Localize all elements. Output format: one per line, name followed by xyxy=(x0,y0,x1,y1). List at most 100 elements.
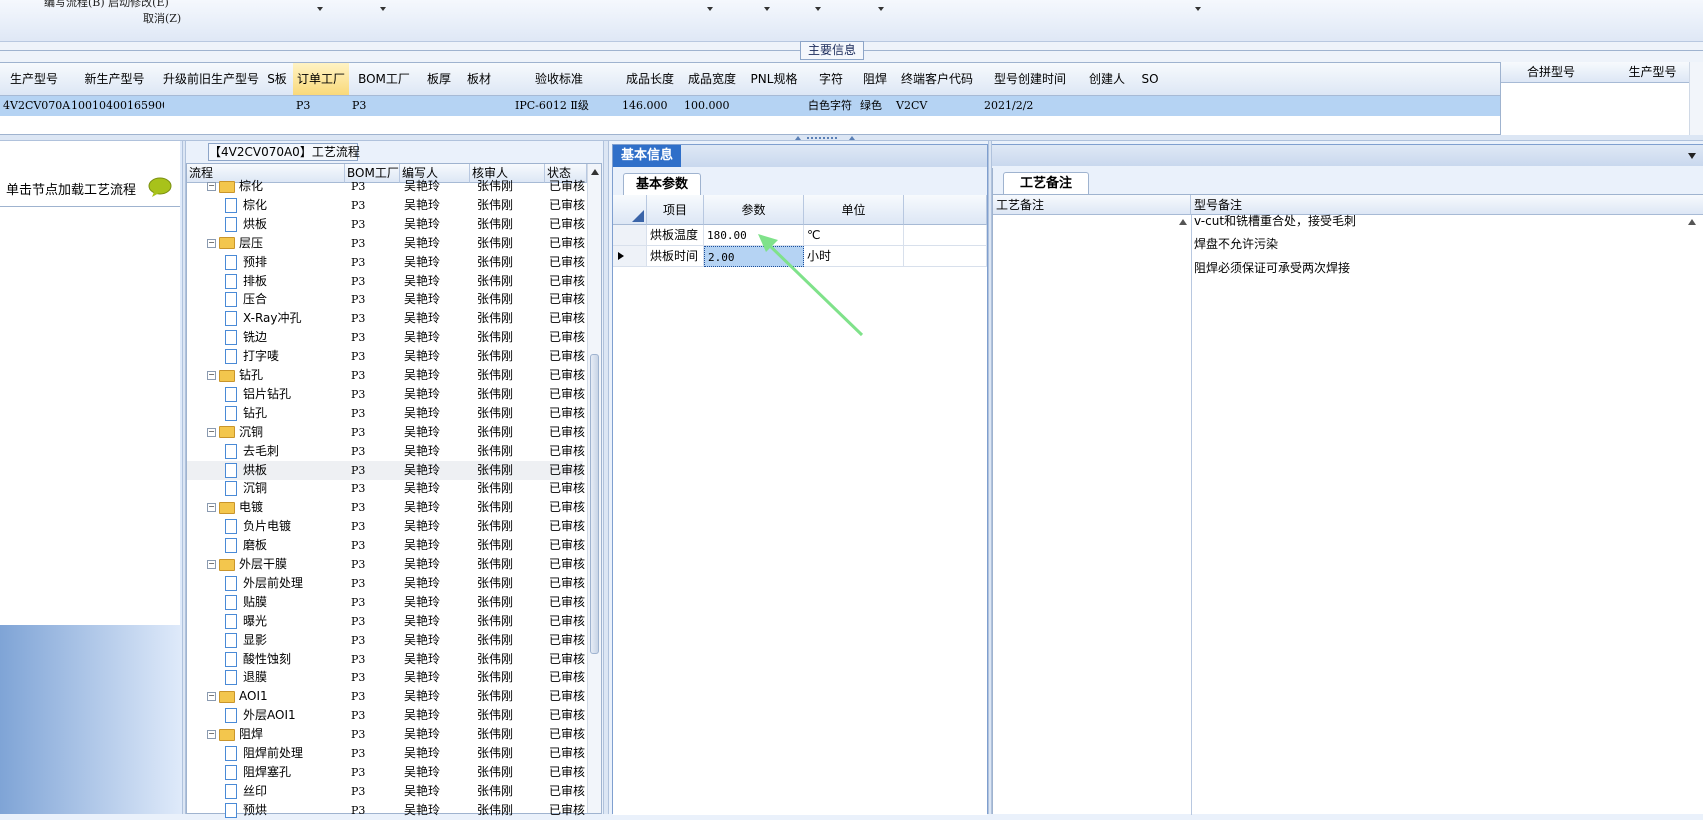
tree-row[interactable]: 烘板 P3 吴艳玲 张伟刚 已审核 xyxy=(187,215,585,234)
tree-row[interactable]: − 层压 P3 吴艳玲 张伟刚 已审核 xyxy=(187,234,585,253)
tree-cell-writer[interactable]: 吴艳玲 xyxy=(404,253,470,272)
tree-cell-writer[interactable]: 吴艳玲 xyxy=(404,461,470,480)
tree-row[interactable]: 外层前处理 P3 吴艳玲 张伟刚 已审核 xyxy=(187,574,585,593)
tree-row[interactable]: 贴膜 P3 吴艳玲 张伟刚 已审核 xyxy=(187,593,585,612)
tree-cell-status[interactable]: 已审核 xyxy=(549,423,585,442)
tree-cell-writer[interactable]: 吴艳玲 xyxy=(404,177,470,196)
tree-cell-factory[interactable]: P3 xyxy=(351,536,401,555)
tree-cell-writer[interactable]: 吴艳玲 xyxy=(404,272,470,291)
tree-cell-factory[interactable]: P3 xyxy=(351,309,401,328)
tree-cell-reviewer[interactable]: 张伟刚 xyxy=(477,272,543,291)
tree-cell-reviewer[interactable]: 张伟刚 xyxy=(477,555,543,574)
tree-node[interactable]: − 沉铜 xyxy=(207,423,345,442)
param-col-item[interactable]: 项目 xyxy=(647,195,704,225)
tree-row[interactable]: 铝片钻孔 P3 吴艳玲 张伟刚 已审核 xyxy=(187,385,585,404)
tree-cell-writer[interactable]: 吴艳玲 xyxy=(404,215,470,234)
tree-cell-factory[interactable]: P3 xyxy=(351,290,401,309)
tree-cell-reviewer[interactable]: 张伟刚 xyxy=(477,517,543,536)
tree-cell-factory[interactable]: P3 xyxy=(351,650,401,669)
tree-cell-status[interactable]: 已审核 xyxy=(549,536,585,555)
tree-node[interactable]: X-Ray冲孔 xyxy=(225,309,345,328)
main-col-header[interactable]: 验收标准 xyxy=(499,63,620,96)
tree-cell-factory[interactable]: P3 xyxy=(351,404,401,423)
tree-cell-status[interactable]: 已审核 xyxy=(549,385,585,404)
tree-cell-reviewer[interactable]: 张伟刚 xyxy=(477,423,543,442)
tree-cell-writer[interactable]: 吴艳玲 xyxy=(404,385,470,404)
tree-cell-factory[interactable]: P3 xyxy=(351,498,401,517)
tree-node[interactable]: 排板 xyxy=(225,272,345,291)
tree-cell-writer[interactable]: 吴艳玲 xyxy=(404,290,470,309)
tree-row[interactable]: 排板 P3 吴艳玲 张伟刚 已审核 xyxy=(187,272,585,291)
tree-node[interactable]: 烘板 xyxy=(225,215,345,234)
main-row-cell[interactable] xyxy=(1135,95,1168,116)
tree-cell-status[interactable]: 已审核 xyxy=(549,461,585,480)
tree-cell-factory[interactable]: P3 xyxy=(351,461,401,480)
speech-bubble-icon[interactable] xyxy=(148,177,172,197)
tree-node[interactable]: 预排 xyxy=(225,253,345,272)
tree-cell-factory[interactable]: P3 xyxy=(351,725,401,744)
tree-cell-status[interactable]: 已审核 xyxy=(549,574,585,593)
tree-cell-status[interactable]: 已审核 xyxy=(549,763,585,782)
tree-cell-writer[interactable]: 吴艳玲 xyxy=(404,706,470,725)
notes-col-process[interactable]: 工艺备注 xyxy=(993,195,1191,215)
tree-cell-status[interactable]: 已审核 xyxy=(549,215,585,234)
param-col-unit[interactable]: 单位 xyxy=(804,195,904,225)
tree-cell-reviewer[interactable]: 张伟刚 xyxy=(477,215,543,234)
tree-cell-writer[interactable]: 吴艳玲 xyxy=(404,366,470,385)
tree-cell-reviewer[interactable]: 张伟刚 xyxy=(477,309,543,328)
tree-node[interactable]: 阻焊塞孔 xyxy=(225,763,345,782)
tree-cell-reviewer[interactable]: 张伟刚 xyxy=(477,650,543,669)
tree-node[interactable]: 酸性蚀刻 xyxy=(225,650,345,669)
process-flow-tree[interactable]: 流程 BOM工厂 编写人 核审人 状态 − 棕化 P3 吴艳玲 张伟刚 已审核 棕化 P3 吴艳玲 张伟刚… xyxy=(186,163,602,818)
tree-row[interactable]: 曝光 P3 吴艳玲 张伟刚 已审核 xyxy=(187,612,585,631)
menu-cancel[interactable]: 取消(Z) xyxy=(143,10,181,26)
param-item-cell[interactable]: 烘板温度 xyxy=(647,225,704,246)
main-col-header[interactable]: 阻焊 xyxy=(857,63,894,96)
main-row-cell[interactable]: P3 xyxy=(293,95,352,116)
tree-node[interactable]: 显影 xyxy=(225,631,345,650)
main-col-header[interactable]: 生产型号 xyxy=(0,63,69,96)
tree-cell-status[interactable]: 已审核 xyxy=(549,631,585,650)
tree-cell-factory[interactable]: P3 xyxy=(351,706,401,725)
tree-node[interactable]: 打字唛 xyxy=(225,347,345,366)
tree-node[interactable]: − 棕化 xyxy=(207,177,345,196)
tree-row[interactable]: 沉铜 P3 吴艳玲 张伟刚 已审核 xyxy=(187,479,585,498)
splitter-grip-icon[interactable] xyxy=(795,136,855,140)
main-col-header[interactable]: 新生产型号 xyxy=(68,63,162,96)
tree-node[interactable]: 阻焊前处理 xyxy=(225,744,345,763)
tree-node[interactable]: 曝光 xyxy=(225,612,345,631)
tree-row[interactable]: 预排 P3 吴艳玲 张伟刚 已审核 xyxy=(187,253,585,272)
middle-vertical-splitter[interactable] xyxy=(603,141,609,814)
tree-cell-reviewer[interactable]: 张伟刚 xyxy=(477,631,543,650)
tree-cell-reviewer[interactable]: 张伟刚 xyxy=(477,612,543,631)
tree-cell-writer[interactable]: 吴艳玲 xyxy=(404,517,470,536)
tree-cell-factory[interactable]: P3 xyxy=(351,801,401,820)
main-col-header[interactable]: 成品宽度 xyxy=(681,63,744,96)
main-col-header[interactable]: 板厚 xyxy=(419,63,460,96)
tree-row[interactable]: 棕化 P3 吴艳玲 张伟刚 已审核 xyxy=(187,196,585,215)
tree-cell-factory[interactable]: P3 xyxy=(351,253,401,272)
scroll-up-icon[interactable] xyxy=(591,169,599,175)
tree-cell-status[interactable]: 已审核 xyxy=(549,650,585,669)
tree-cell-status[interactable]: 已审核 xyxy=(549,309,585,328)
tree-row[interactable]: 铣边 P3 吴艳玲 张伟刚 已审核 xyxy=(187,328,585,347)
collapse-icon[interactable]: − xyxy=(207,238,216,248)
tree-cell-writer[interactable]: 吴艳玲 xyxy=(404,744,470,763)
param-col-value[interactable]: 参数 xyxy=(704,195,804,225)
tree-cell-factory[interactable]: P3 xyxy=(351,631,401,650)
main-col-header[interactable]: 创建人 xyxy=(1079,63,1136,96)
main-row-cell[interactable] xyxy=(261,95,296,116)
scrollbar-thumb[interactable] xyxy=(590,354,599,654)
tree-cell-status[interactable]: 已审核 xyxy=(549,555,585,574)
tree-cell-reviewer[interactable]: 张伟刚 xyxy=(477,706,543,725)
main-col-header[interactable]: 字符 xyxy=(805,63,858,96)
tree-cell-factory[interactable]: P3 xyxy=(351,366,401,385)
tree-node[interactable]: 外层前处理 xyxy=(225,574,345,593)
tree-cell-writer[interactable]: 吴艳玲 xyxy=(404,687,470,706)
tree-cell-status[interactable]: 已审核 xyxy=(549,668,585,687)
tree-cell-factory[interactable]: P3 xyxy=(351,593,401,612)
main-col-header[interactable]: BOM工厂 xyxy=(349,63,420,96)
tree-scrollbar[interactable] xyxy=(587,164,601,813)
main-col-header[interactable]: 成品长度 xyxy=(619,63,682,96)
tree-row[interactable]: 去毛刺 P3 吴艳玲 张伟刚 已审核 xyxy=(187,442,585,461)
